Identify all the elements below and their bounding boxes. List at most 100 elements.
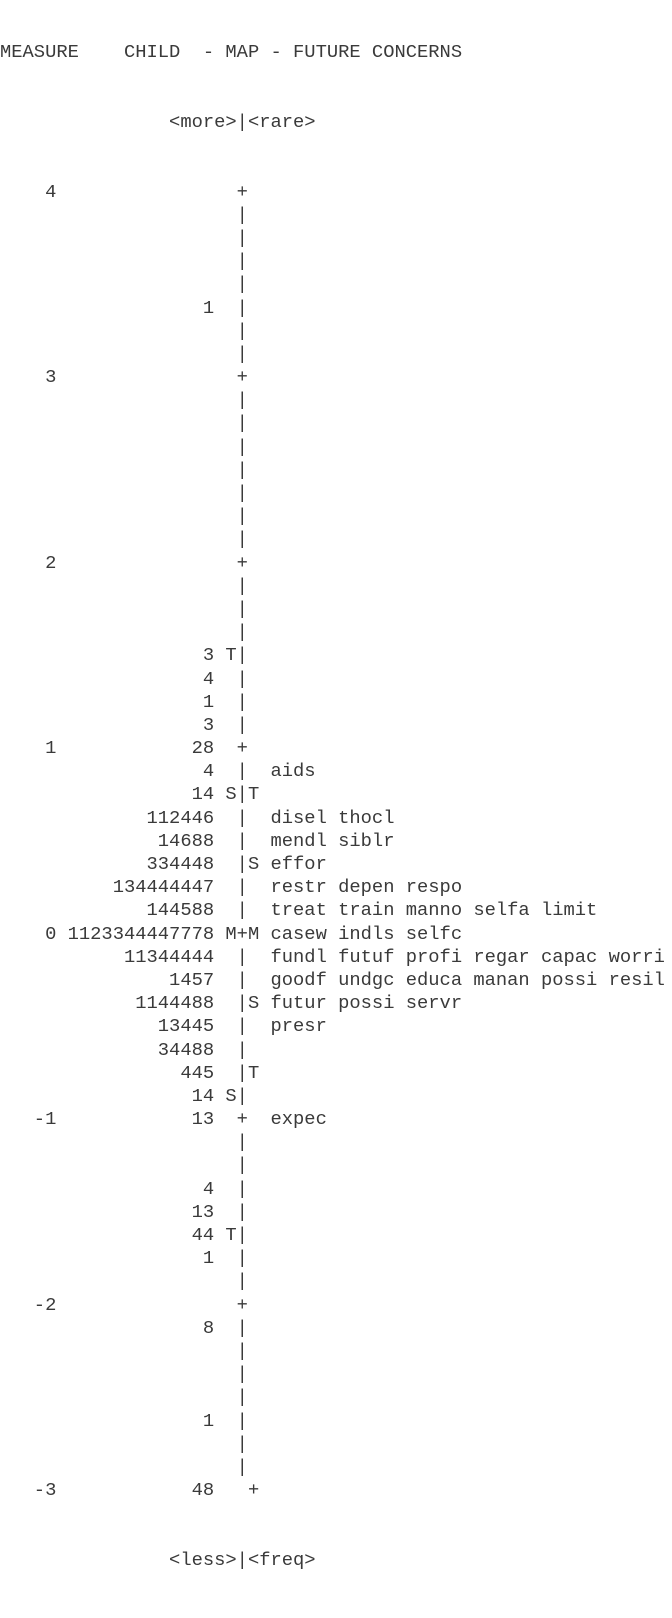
- map-row: 44 T |: [0, 1224, 248, 1247]
- child-distribution: 134444447: [112, 876, 215, 899]
- map-row: -3 48 +: [0, 1479, 259, 1502]
- child-distribution: 28: [191, 737, 215, 760]
- map-row: 1 |: [0, 297, 248, 320]
- map-row: |: [0, 1456, 248, 1479]
- map-row: 8 |: [0, 1317, 248, 1340]
- map-row: 1 |: [0, 1410, 248, 1433]
- item-marker: S: [247, 853, 260, 876]
- map-row: 14688 | mendl siblr: [0, 830, 395, 853]
- map-row: |: [0, 343, 248, 366]
- map-row: 1 28 +: [0, 737, 248, 760]
- axis-mark: |: [236, 876, 248, 899]
- child-distribution: 445: [180, 1061, 215, 1084]
- axis-mark: |: [236, 829, 248, 852]
- axis-mark: |: [236, 319, 248, 342]
- person-marker: T: [225, 644, 237, 667]
- map-row: 134444447 | restr depen respo: [0, 876, 462, 899]
- top-label-line: <more>|<rare>: [0, 111, 316, 134]
- axis-mark: |: [236, 713, 248, 736]
- map-row: |: [0, 1433, 248, 1456]
- axis-mark: |: [236, 1015, 248, 1038]
- map-row: 1 |: [0, 691, 248, 714]
- axis-mark: |: [236, 644, 248, 667]
- item-labels: effor: [270, 853, 327, 876]
- map-row: 13445 | presr: [0, 1015, 327, 1038]
- map-row: 144588 | treat train manno selfa limit: [0, 899, 598, 922]
- bottom-axis-label: <less>|<freq>: [169, 1548, 316, 1571]
- child-distribution: 1123344447778: [67, 922, 215, 945]
- map-row: |: [0, 1386, 248, 1409]
- axis-mark: |: [236, 1247, 248, 1270]
- item-marker: M: [247, 922, 260, 945]
- map-row: 0 1123344447778 M + Mcasew indls selfc: [0, 923, 462, 946]
- axis-mark: |: [236, 1061, 248, 1084]
- child-distribution: 34488: [157, 1038, 215, 1061]
- child-distribution: 4: [202, 1177, 215, 1200]
- map-row: 2 +: [0, 552, 248, 575]
- map-row: 3 |: [0, 714, 248, 737]
- map-row: |: [0, 1131, 248, 1154]
- child-distribution: 1: [202, 1409, 215, 1432]
- map-rows: 4 + | | | | 1 | | | 3 + | | | | | | | 2 + | | | 3 T | 4 | 1 | 3 | 1 28 +4 | a…: [0, 181, 665, 1503]
- axis-mark: |: [236, 783, 248, 806]
- child-distribution: 1144488: [135, 992, 215, 1015]
- axis-mark: |: [236, 1224, 248, 1247]
- measure-value: 2: [45, 551, 57, 574]
- axis-mark: |: [236, 1084, 248, 1107]
- axis-mark: |: [236, 226, 248, 249]
- map-row: 14 S |: [0, 1085, 248, 1108]
- item-labels: disel thocl: [270, 806, 395, 829]
- map-row: 1457 | goodf undgc educa manan possi resil: [0, 969, 665, 992]
- measure-value: 1: [45, 737, 57, 760]
- map-row: 445 | T: [0, 1062, 259, 1085]
- map-row: |: [0, 412, 248, 435]
- map-row: -1 13 + expec: [0, 1108, 327, 1131]
- axis-mark: +: [236, 366, 248, 389]
- item-labels: aids: [270, 760, 316, 783]
- child-distribution: 11344444: [123, 945, 215, 968]
- item-labels: treat train manno selfa limit: [270, 899, 598, 922]
- axis-mark: |: [236, 992, 248, 1015]
- map-row: |: [0, 320, 248, 343]
- map-row: 11344444 | fundl futuf profi regar capac w…: [0, 946, 665, 969]
- map-header: MEASURE CHILD - MAP - FUTURE CONCERNS: [0, 41, 463, 64]
- map-row: |: [0, 227, 248, 250]
- measure-value: -3: [33, 1479, 57, 1502]
- axis-mark: |: [236, 1131, 248, 1154]
- map-row: |: [0, 459, 248, 482]
- child-distribution: 112446: [146, 806, 215, 829]
- axis-mark: +: [236, 180, 248, 203]
- child-distribution: 1: [202, 296, 215, 319]
- axis-mark: |: [236, 458, 248, 481]
- axis-mark: +: [236, 1108, 248, 1131]
- map-row: 13 |: [0, 1201, 248, 1224]
- map-row: |: [0, 436, 248, 459]
- axis-mark: |: [236, 690, 248, 713]
- map-row: |: [0, 389, 248, 412]
- map-row: |: [0, 1154, 248, 1177]
- map-row: |: [0, 204, 248, 227]
- axis-mark: |: [236, 1270, 248, 1293]
- axis-mark: +: [236, 551, 248, 574]
- axis-mark: |: [236, 667, 248, 690]
- axis-mark: +: [236, 1293, 248, 1316]
- item-labels: restr depen respo: [270, 876, 463, 899]
- map-row: |: [0, 273, 248, 296]
- child-distribution: 4: [202, 760, 215, 783]
- map-row: |: [0, 528, 248, 551]
- map-row: 334448 | Seffor: [0, 853, 327, 876]
- item-labels: expec: [270, 1108, 327, 1131]
- axis-mark: |: [236, 389, 248, 412]
- child-distribution: 14688: [157, 829, 215, 852]
- item-marker: T: [247, 783, 260, 806]
- axis-mark: |: [236, 574, 248, 597]
- map-row: 112446 | disel thocl: [0, 807, 395, 830]
- wright-map: MEASURE CHILD - MAP - FUTURE CONCERNS <m…: [0, 0, 665, 1595]
- map-row: 4 |: [0, 1178, 248, 1201]
- map-row: |: [0, 505, 248, 528]
- item-labels: casew indls selfc: [270, 922, 463, 945]
- axis-mark: |: [236, 273, 248, 296]
- measure-value: 3: [45, 366, 57, 389]
- child-distribution: 1: [202, 690, 215, 713]
- axis-mark: |: [236, 806, 248, 829]
